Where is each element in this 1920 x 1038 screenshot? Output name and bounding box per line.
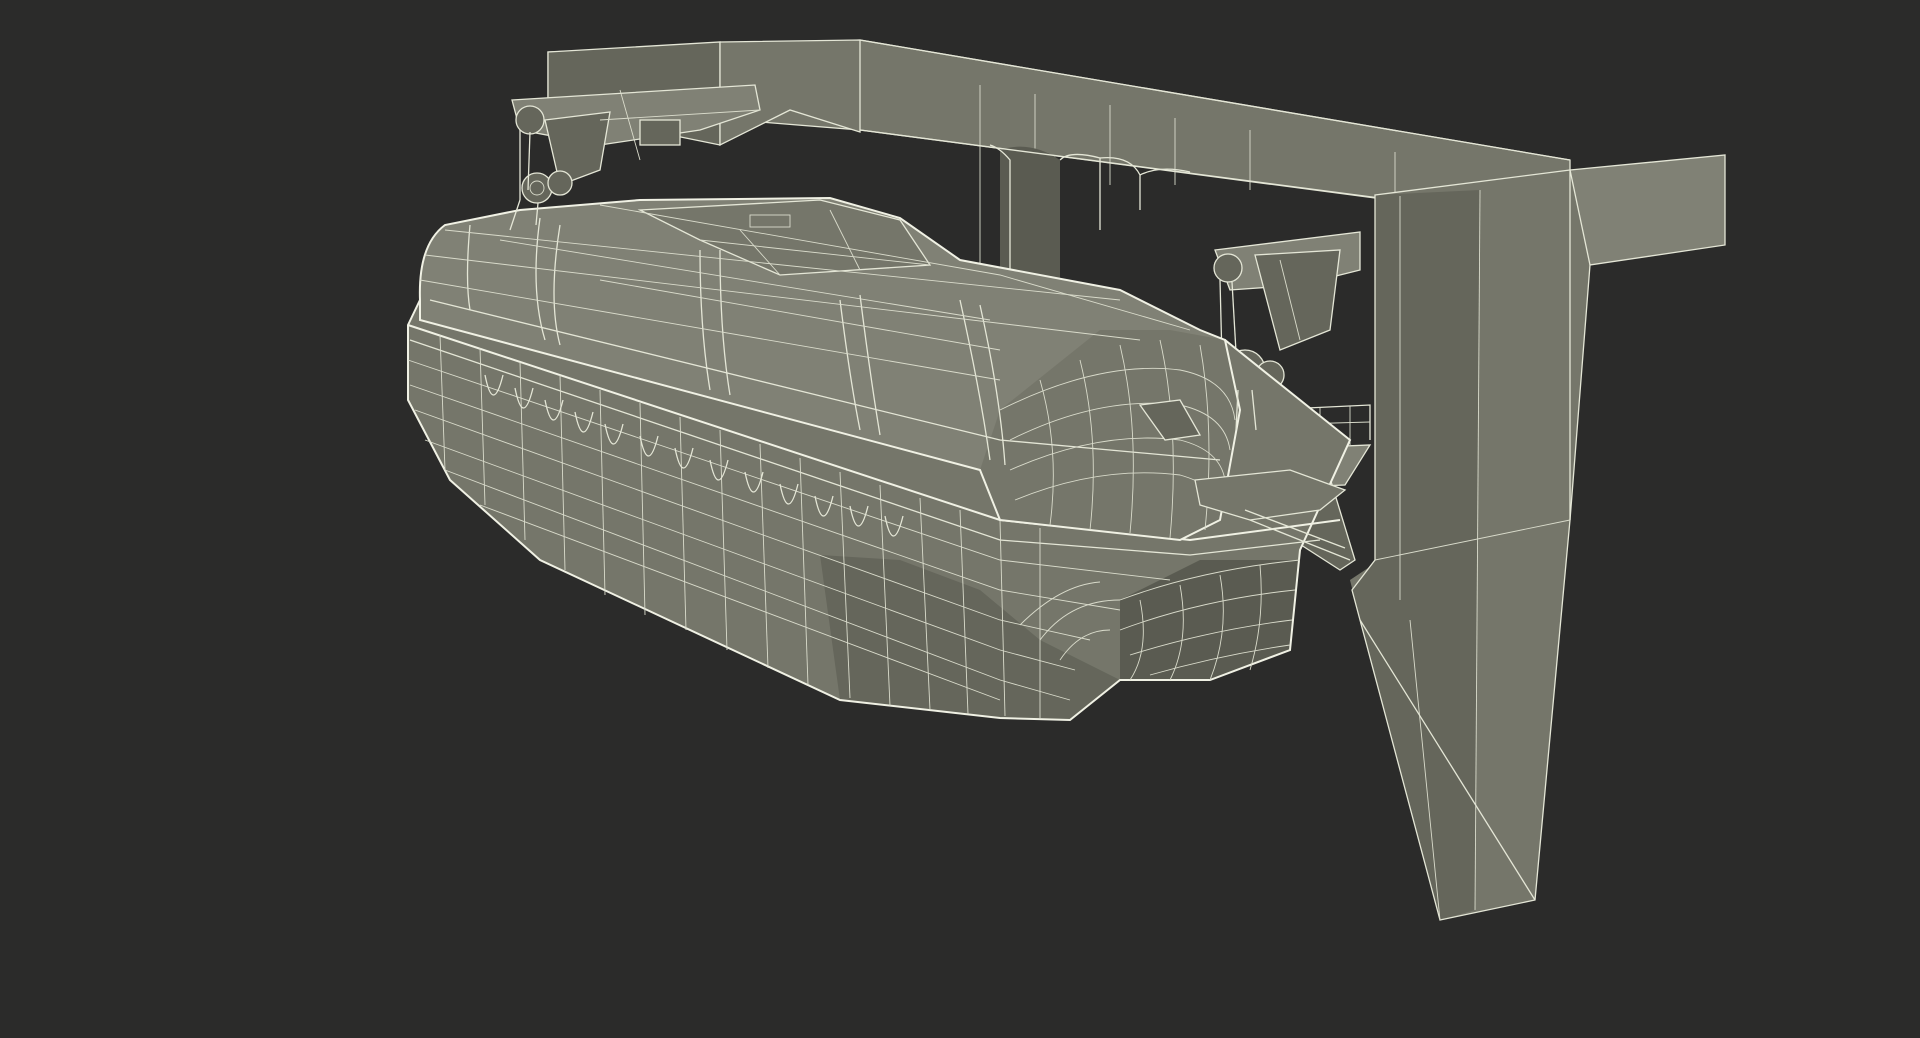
render-viewport: [0, 0, 1920, 1038]
wireframe-render: [407, 39, 1726, 921]
davit-right-post: [1350, 154, 1726, 921]
